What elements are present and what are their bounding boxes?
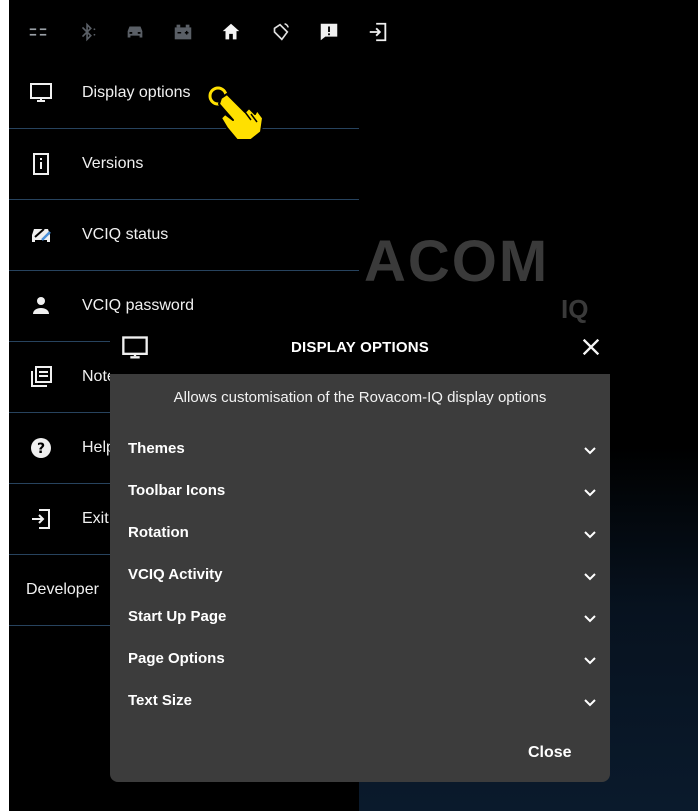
option-label: Page Options bbox=[128, 650, 225, 667]
option-page-options[interactable]: Page Options bbox=[128, 640, 598, 680]
chevron-down-icon bbox=[582, 610, 598, 626]
brand-logo-sub: IQ bbox=[561, 294, 589, 324]
option-label: Toolbar Icons bbox=[128, 482, 226, 499]
option-toolbar-icons[interactable]: Toolbar Icons bbox=[128, 472, 598, 512]
option-label: Themes bbox=[128, 440, 185, 457]
car-status-icon bbox=[29, 223, 53, 247]
car-icon[interactable] bbox=[123, 20, 147, 44]
close-button[interactable]: Close bbox=[528, 744, 572, 762]
pointer-hand-icon bbox=[205, 82, 265, 144]
option-rotation[interactable]: Rotation bbox=[128, 514, 598, 554]
notes-icon bbox=[29, 365, 53, 389]
menu-item-label: VCIQ status bbox=[82, 226, 169, 243]
option-start-up-page[interactable]: Start Up Page bbox=[128, 598, 598, 638]
menu-item-display-options[interactable]: Display options bbox=[9, 58, 359, 129]
close-icon[interactable] bbox=[580, 336, 602, 358]
help-icon: ? bbox=[29, 436, 53, 460]
dialog-header: DISPLAY OPTIONS bbox=[110, 324, 610, 374]
display-options-dialog: Allows customisation of the Rovacom-IQ d… bbox=[110, 374, 610, 782]
option-label: Text Size bbox=[128, 692, 192, 709]
app-window: ACOM IQ Display options Versions VCIQ st… bbox=[9, 0, 698, 811]
option-label: Start Up Page bbox=[128, 608, 227, 625]
option-text-size[interactable]: Text Size bbox=[128, 682, 598, 722]
alert-icon[interactable] bbox=[317, 20, 341, 44]
menu-item-label: Exit bbox=[82, 510, 109, 527]
info-icon bbox=[29, 152, 53, 176]
menu-item-label: Versions bbox=[82, 155, 144, 172]
option-label: Rotation bbox=[128, 524, 189, 541]
svg-text:?: ? bbox=[37, 441, 45, 457]
brand-logo: ACOM bbox=[364, 229, 550, 294]
monitor-icon bbox=[29, 81, 53, 105]
chevron-down-icon bbox=[582, 442, 598, 458]
option-label: VCIQ Activity bbox=[128, 566, 223, 583]
option-vciq-activity[interactable]: VCIQ Activity bbox=[128, 556, 598, 596]
exit-icon bbox=[29, 507, 53, 531]
menu-icon[interactable] bbox=[26, 20, 50, 44]
option-themes[interactable]: Themes bbox=[128, 430, 598, 470]
dialog-description: Allows customisation of the Rovacom-IQ d… bbox=[173, 389, 547, 406]
menu-item-vciq-status[interactable]: VCIQ status bbox=[9, 200, 359, 271]
menu-item-label: Display options bbox=[82, 84, 191, 101]
menu-item-label: Developer bbox=[26, 581, 99, 598]
menu-item-versions[interactable]: Versions bbox=[9, 129, 359, 200]
chevron-down-icon bbox=[582, 526, 598, 542]
bluetooth-icon[interactable] bbox=[76, 20, 100, 44]
home-icon[interactable] bbox=[219, 20, 243, 44]
chevron-down-icon bbox=[582, 484, 598, 500]
rotate-icon[interactable] bbox=[268, 20, 292, 44]
chevron-down-icon bbox=[582, 652, 598, 668]
chevron-down-icon bbox=[582, 694, 598, 710]
person-icon bbox=[29, 294, 53, 318]
toolbar bbox=[9, 0, 469, 64]
chevron-down-icon bbox=[582, 568, 598, 584]
menu-item-label: VCIQ password bbox=[82, 297, 195, 314]
battery-icon[interactable] bbox=[171, 20, 195, 44]
exit-icon[interactable] bbox=[366, 20, 390, 44]
dialog-title: DISPLAY OPTIONS bbox=[290, 339, 430, 356]
